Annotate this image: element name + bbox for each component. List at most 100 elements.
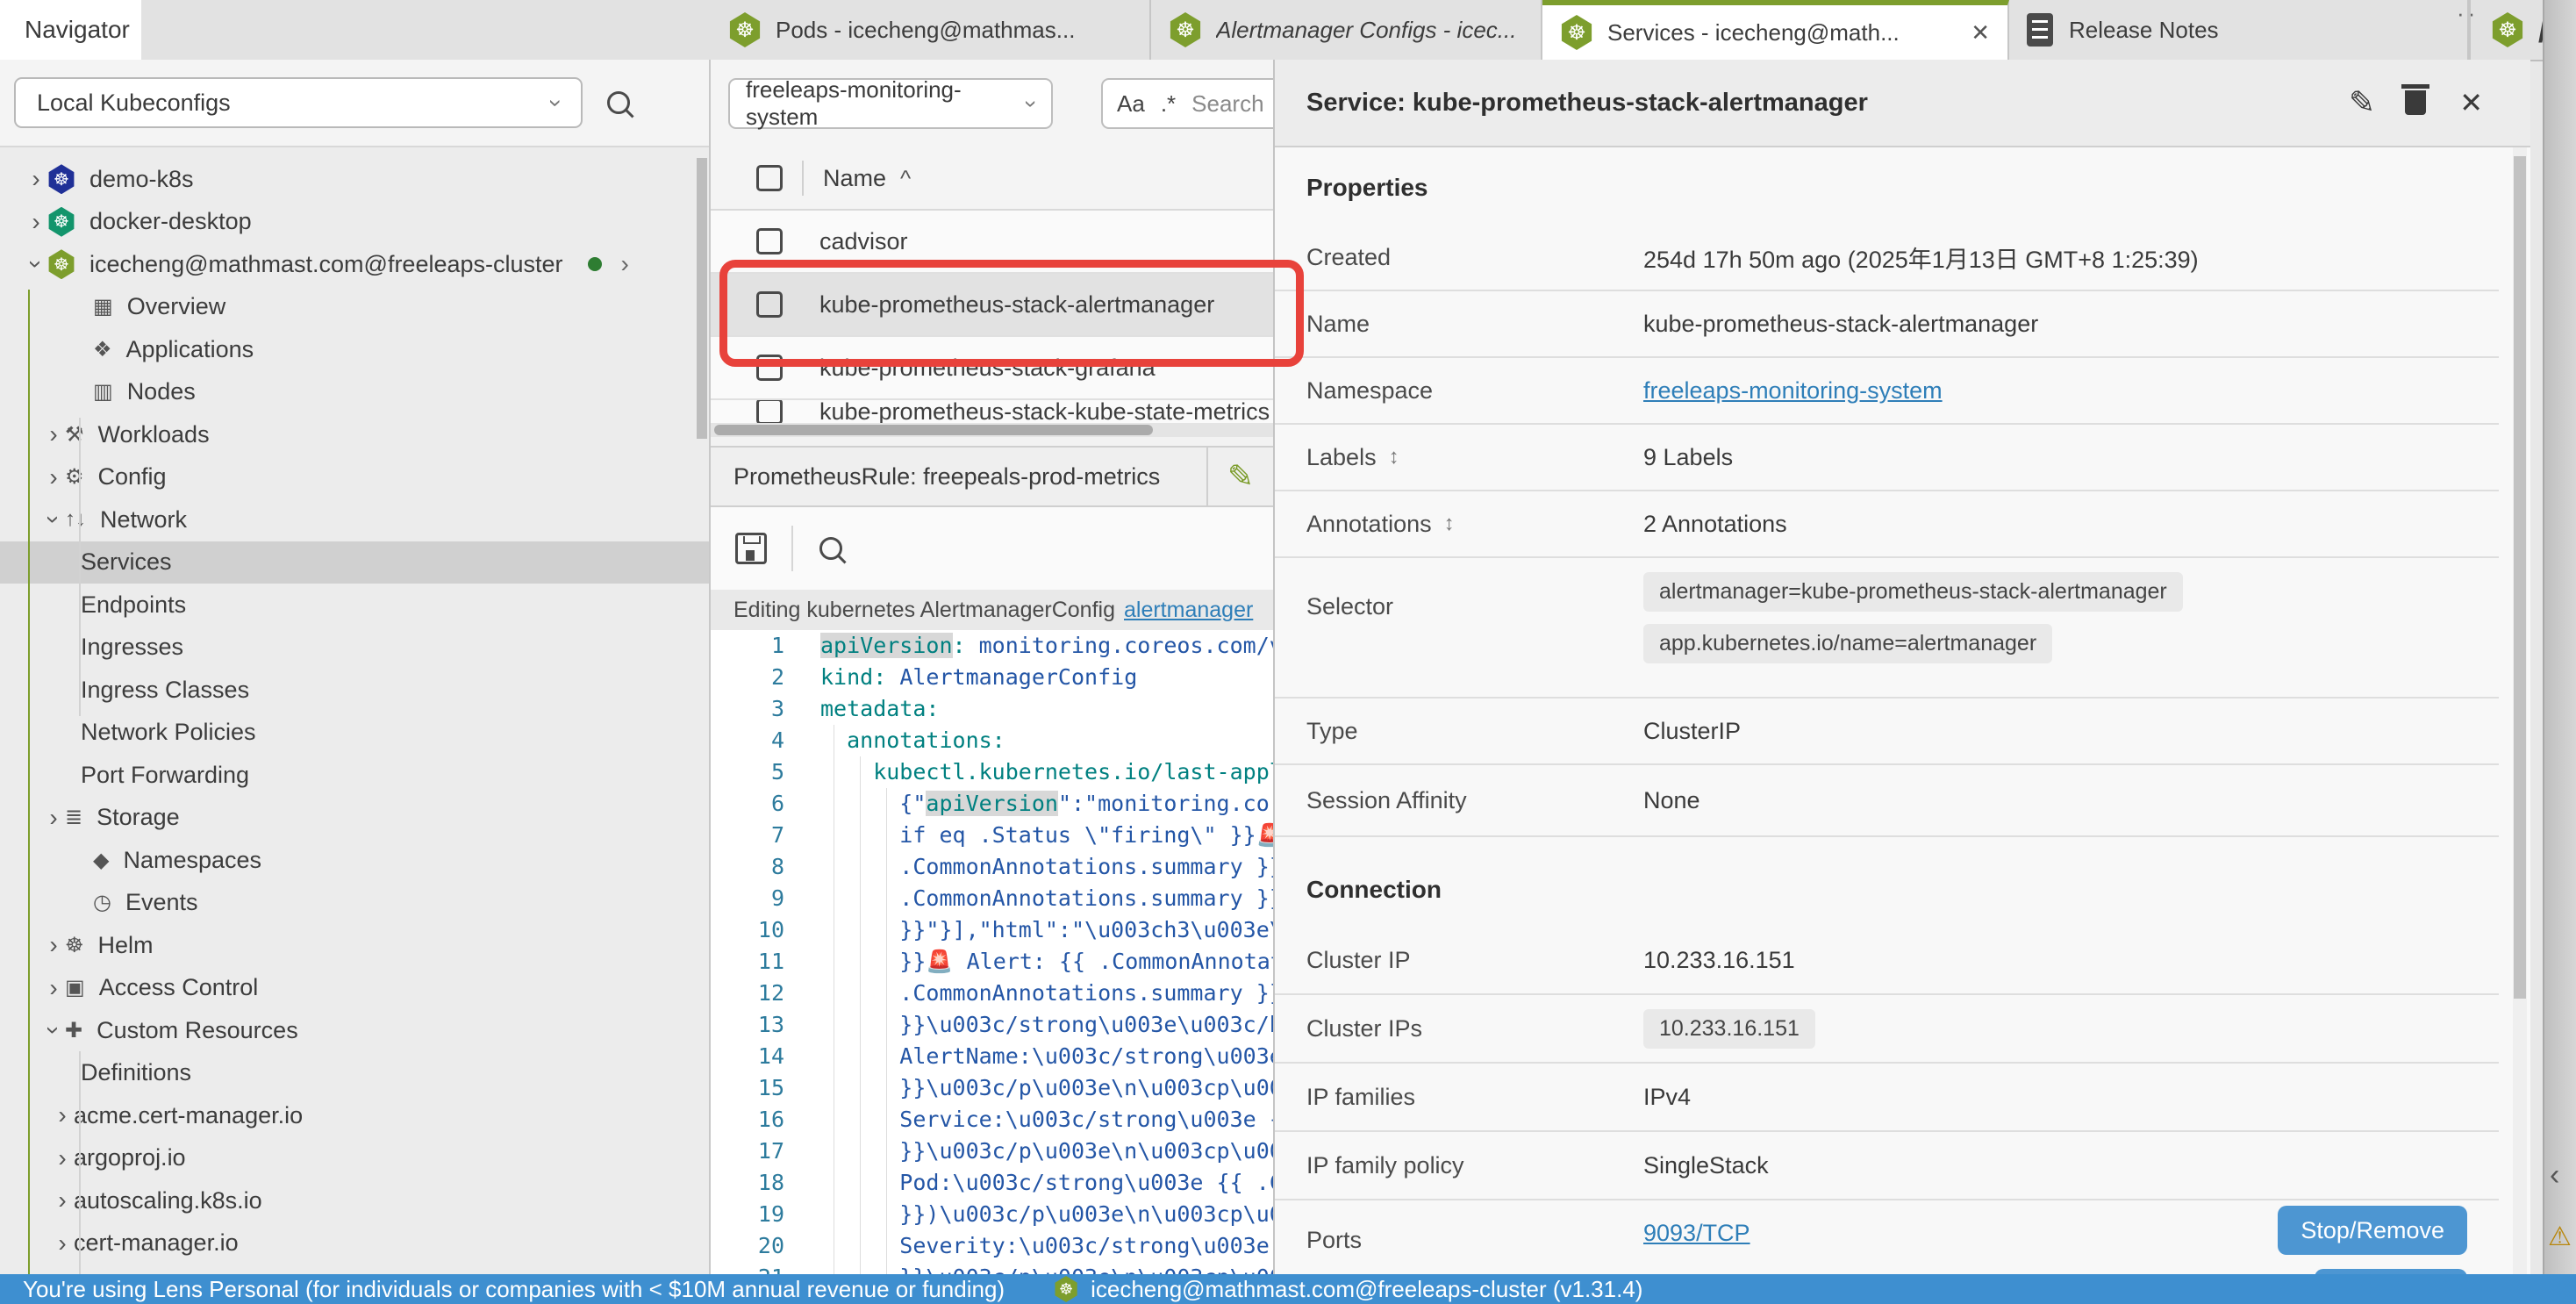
editor-line[interactable]: 14 AlertName:\u003c/strong\u003e (711, 1041, 1273, 1072)
editor-line[interactable]: 12 .CommonAnnotations.summary }}- (711, 978, 1273, 1009)
sidebar-tree-item[interactable]: ◷ Events › (0, 882, 711, 925)
scrollbar-thumb[interactable] (2514, 156, 2526, 999)
sidebar-tree-item[interactable]: › ⚒ Workloads › (0, 413, 711, 456)
sidebar-tree-item[interactable]: › ▣ Access Control › (0, 967, 711, 1010)
row-checkbox[interactable] (756, 355, 783, 381)
close-icon[interactable]: ✕ (2459, 86, 2483, 119)
cluster-expand-icon[interactable]: › (621, 250, 629, 278)
prometheusrule-dock-tab[interactable]: PrometheusRule: freepeals-prod-metrics ✎ (711, 446, 1273, 507)
sidebar-tree-item[interactable]: ▦ Overview › (0, 286, 711, 329)
chevron-right-icon[interactable]: › (42, 931, 65, 959)
regex-toggle[interactable]: .* (1161, 90, 1176, 118)
chevron-right-icon[interactable]: › (39, 1019, 68, 1042)
row-checkbox[interactable] (756, 400, 783, 423)
sidebar-tree-item[interactable]: › autoscaling.k8s.io › (0, 1179, 711, 1222)
editor-line[interactable]: 4 annotations: (711, 725, 1273, 756)
kubeconfig-select[interactable]: Local Kubeconfigs › (14, 77, 583, 128)
namespace-link[interactable]: freeleaps-monitoring-system (1643, 377, 1943, 405)
navigator-panel-tab[interactable]: Navigator (0, 0, 141, 60)
row-checkbox[interactable] (756, 291, 783, 318)
editor-line[interactable]: 9 .CommonAnnotations.summary }}- (711, 883, 1273, 914)
editor-line[interactable]: 18 Pod:\u003c/strong\u003e {{ .Co (711, 1167, 1273, 1199)
sidebar-tree-item[interactable]: › ☸ demo-k8s › (0, 158, 711, 201)
editor-line[interactable]: 19 }})\u003c/p\u003e\n\u003cp\u00 (711, 1199, 1273, 1230)
name-column-header[interactable]: Name (823, 165, 886, 192)
chevron-right-icon[interactable]: › (51, 1229, 74, 1257)
stop-remove-button[interactable]: Stop/Remove (2278, 1206, 2467, 1255)
window-tab[interactable]: ☸ Alertmanager Configs - icec... (1151, 0, 1542, 60)
sort-ascending-icon[interactable]: ^ (900, 165, 911, 192)
sidebar-tree-item[interactable]: › ⚙ Config › (0, 456, 711, 499)
table-row[interactable]: kube-prometheus-stack-grafana (711, 337, 1273, 400)
sidebar-tree-item[interactable]: Port Forwarding › (0, 754, 711, 797)
labels-count[interactable]: 9 Labels (1643, 444, 1733, 471)
editor-line[interactable]: 3 metadata: (711, 693, 1273, 725)
editor-line[interactable]: 7 if eq .Status \"firing\" }}🚨 (711, 820, 1273, 851)
chevron-right-icon[interactable]: › (42, 463, 65, 491)
window-tab[interactable]: ☸ Services - icecheng@math... ✕ (1542, 0, 2009, 60)
editor-line[interactable]: 8 .CommonAnnotations.summary }}- (711, 851, 1273, 883)
editor-line[interactable]: 13 }}\u003c/strong\u003e\u003c/h3 (711, 1009, 1273, 1041)
scrollbar-thumb[interactable] (714, 425, 1153, 435)
editor-line[interactable]: 15 }}\u003c/p\u003e\n\u003cp\u003 (711, 1072, 1273, 1104)
chevron-right-icon[interactable]: › (25, 165, 47, 193)
sidebar-tree-item[interactable]: Ingresses › (0, 627, 711, 670)
editor-line[interactable]: 21 }}\u003c/p\u003e\n\u003cp\u003 (711, 1262, 1273, 1274)
edit-pencil-icon[interactable]: ✎ (2349, 84, 2375, 121)
tab-close-icon[interactable]: ✕ (1971, 19, 1990, 47)
chevron-right-icon[interactable]: › (22, 253, 50, 276)
editor-line[interactable]: 5 kubectl.kubernetes.io/last-appli (711, 756, 1273, 788)
expand-collapse-icon[interactable]: ↕ (1444, 512, 1455, 536)
alertmanagerconfig-link[interactable]: alertmanager (1124, 598, 1253, 623)
sidebar-tree-item[interactable]: Ingress Classes › (0, 669, 711, 712)
sidebar-scrollbar[interactable] (697, 158, 707, 439)
annotations-count[interactable]: 2 Annotations (1643, 511, 1787, 538)
match-case-toggle[interactable]: Aa (1117, 90, 1145, 118)
new-tab-button[interactable]: ☸ (2469, 0, 2544, 60)
editor-line[interactable]: 17 }}\u003c/p\u003e\n\u003cp\u003 (711, 1136, 1273, 1167)
sidebar-tree-item[interactable]: › ☸ Helm › (0, 924, 711, 967)
editor-search-icon[interactable] (819, 537, 842, 560)
services-search-input[interactable]: Aa .* Search (1101, 78, 1273, 129)
editor-line[interactable]: 11 }}🚨 Alert: {{ .CommonAnnotati (711, 946, 1273, 978)
editor-line[interactable]: 16 Service:\u003c/strong\u003e {- (711, 1104, 1273, 1136)
sidebar-tree-item[interactable]: › ✚ Custom Resources › (0, 1009, 711, 1052)
search-icon[interactable] (607, 91, 630, 114)
chevron-right-icon[interactable]: › (42, 420, 65, 448)
sidebar-tree-item[interactable]: › ☸ icecheng@mathmast.com@freeleaps-clus… (0, 243, 711, 286)
sidebar-tree-item[interactable]: Services › (0, 541, 711, 584)
sidebar-tree-item[interactable]: Definitions › (0, 1052, 711, 1095)
chevron-right-icon[interactable]: › (39, 508, 68, 531)
sidebar-tree-item[interactable]: › ↑↓ Network › (0, 498, 711, 541)
yaml-editor[interactable]: 1 apiVersion: monitoring.coreos.com/v1 2… (711, 630, 1273, 1274)
editor-line[interactable]: 1 apiVersion: monitoring.coreos.com/v1 (711, 630, 1273, 662)
port-link[interactable]: 9093/TCP (1643, 1220, 1750, 1246)
chevron-right-icon[interactable]: › (51, 1144, 74, 1172)
horizontal-scrollbar[interactable] (711, 423, 1273, 437)
sidebar-tree-item[interactable]: ❖ Applications › (0, 328, 711, 371)
chevron-right-icon[interactable]: › (42, 804, 65, 832)
table-row[interactable]: cadvisor (711, 211, 1273, 274)
sidebar-tree-item[interactable]: › acme.cert-manager.io › (0, 1094, 711, 1137)
sidebar-tree-item[interactable]: ▥ Nodes › (0, 371, 711, 414)
chevron-right-icon[interactable]: › (51, 1101, 74, 1129)
window-tab[interactable]: ☸ Pods - icecheng@mathmas... (711, 0, 1151, 60)
table-row[interactable]: kube-prometheus-stack-kube-state-metrics (711, 400, 1273, 423)
chevron-right-icon[interactable]: › (42, 974, 65, 1002)
sidebar-tree-item[interactable]: › argoproj.io › (0, 1137, 711, 1180)
editor-line[interactable]: 6 {"apiVersion":"monitoring.core (711, 788, 1273, 820)
sidebar-tree-item[interactable]: Endpoints › (0, 584, 711, 627)
expand-collapse-icon[interactable]: ↕ (1389, 445, 1399, 469)
editor-line[interactable]: 2 kind: AlertmanagerConfig (711, 662, 1273, 693)
chevron-right-icon[interactable]: › (51, 1186, 74, 1214)
sidebar-tree-item[interactable]: › ≣ Storage › (0, 797, 711, 840)
edit-pencil-icon[interactable]: ✎ (1227, 458, 1254, 495)
table-row[interactable]: kube-prometheus-stack-alertmanager (711, 274, 1273, 337)
sidebar-tree-item[interactable]: Network Policies › (0, 712, 711, 755)
sidebar-tree-item[interactable]: ◆ Namespaces › (0, 839, 711, 882)
window-tab[interactable]: Release Notes (2009, 0, 2469, 60)
row-checkbox[interactable] (756, 228, 783, 254)
sidebar-tree-item[interactable]: › cert-manager.io › (0, 1222, 711, 1265)
namespace-select[interactable]: freeleaps-monitoring-system › (728, 78, 1053, 129)
delete-trash-icon[interactable] (2405, 90, 2426, 115)
